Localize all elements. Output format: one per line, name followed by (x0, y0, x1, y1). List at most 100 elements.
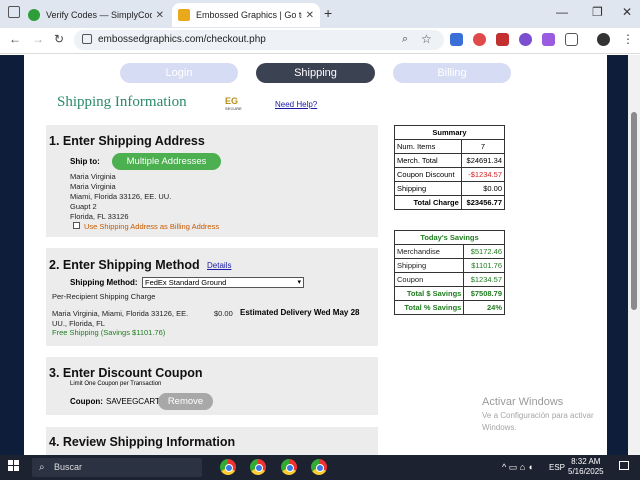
address-line: Florida, FL 33126 (70, 212, 129, 221)
section-heading: 2. Enter Shipping Method (49, 258, 200, 272)
tab-title: Verify Codes — SimplyCodes (46, 10, 152, 20)
bookmark-star-icon[interactable]: ☆ (421, 32, 432, 46)
savings-value: $5172.46 (463, 244, 505, 259)
address-line: Maria Virginia (70, 182, 116, 191)
summary-value: -$1234.57 (460, 167, 506, 182)
site-info-icon[interactable] (82, 34, 92, 44)
coupon-label: Coupon: (70, 397, 103, 406)
logo-subtext: SECURE (225, 106, 242, 111)
summary-title: Summary (394, 125, 505, 140)
extension-icon[interactable] (473, 33, 486, 46)
ship-to-label: Ship to: (70, 157, 100, 166)
chrome-taskbar-icon[interactable] (250, 459, 266, 475)
extension-badge-icon[interactable] (496, 33, 509, 46)
address-line: Miami, Florida 33126, EE. UU. (70, 192, 172, 201)
reload-icon[interactable]: ↻ (54, 32, 64, 46)
section-heading: 3. Enter Discount Coupon (49, 366, 203, 380)
url-text: embossedgraphics.com/checkout.php (98, 34, 266, 45)
total-savings-value: $7508.79 (463, 286, 505, 301)
search-placeholder: Buscar (54, 462, 83, 472)
chevron-down-icon: ▾ (297, 279, 301, 286)
shipping-price: $0.00 (214, 309, 233, 318)
savings-title: Today's Savings (394, 230, 505, 245)
free-shipping-note: Free Shipping (Savings $1101.76) (52, 328, 166, 337)
chrome-taskbar-icon[interactable] (220, 459, 236, 475)
scrollbar-thumb[interactable] (631, 112, 637, 310)
step-login[interactable]: Login (120, 63, 238, 83)
close-tab-icon[interactable]: ✕ (306, 10, 314, 21)
pct-savings-label: Total % Savings (393, 300, 465, 315)
minimize-icon[interactable]: — (556, 5, 568, 19)
forward-icon[interactable]: → (32, 32, 44, 46)
billing-same-checkbox[interactable] (73, 222, 80, 229)
menu-kebab-icon[interactable]: ⋮ (622, 32, 634, 46)
table-row: Shipping $1101.76 (393, 258, 505, 273)
eg-secure-logo: EG SECURE (225, 96, 242, 111)
summary-value: $0.00 (460, 181, 506, 196)
shipping-method-value: FedEx Standard Ground (145, 278, 227, 287)
new-tab-button[interactable]: + (324, 5, 332, 21)
need-help-link[interactable]: Need Help? (275, 100, 317, 109)
tab-title: Embossed Graphics | Go to Che (196, 10, 302, 20)
table-row: Coupon $1234.57 (393, 272, 505, 287)
language-indicator[interactable]: ESP (549, 463, 565, 472)
section-heading: 4. Review Shipping Information (49, 435, 236, 449)
close-tab-icon[interactable]: ✕ (156, 10, 164, 21)
translate-extension-icon[interactable] (450, 33, 463, 46)
close-window-icon[interactable]: ✕ (622, 5, 632, 19)
restore-icon[interactable]: ❐ (592, 5, 603, 19)
step-shipping[interactable]: Shipping (256, 63, 375, 83)
address-line: Maria Virginia (70, 172, 116, 181)
windows-start-icon[interactable] (8, 460, 20, 472)
table-row: Total % Savings 24% (393, 300, 505, 315)
shipping-method-label: Shipping Method: (70, 278, 138, 287)
taskbar-search[interactable]: ⌕ Buscar (32, 458, 202, 477)
table-row: Coupon Discount -$1234.57 (394, 167, 506, 182)
recipient-address: UU., Florida, FL (52, 319, 105, 328)
summary-label: Merch. Total (394, 153, 462, 168)
shipping-method-select[interactable]: FedEx Standard Ground ▾ (142, 277, 304, 288)
remove-coupon-button[interactable]: Remove (158, 393, 213, 410)
tray-icons[interactable]: ^ ▭ ⌂ ◖ (502, 462, 533, 473)
chrome-taskbar-icon[interactable] (311, 459, 327, 475)
clock-time: 8:32 AM (571, 457, 601, 466)
extensions-puzzle-icon[interactable] (565, 33, 578, 46)
back-icon[interactable]: ← (9, 32, 21, 46)
summary-value: $24691.34 (460, 153, 506, 168)
chrome-taskbar-icon[interactable] (281, 459, 297, 475)
details-link[interactable]: Details (207, 261, 231, 270)
billing-same-label[interactable]: Use Shipping Address as Billing Address (84, 222, 219, 231)
summary-label: Shipping (394, 181, 462, 196)
tab-search-icon[interactable] (8, 6, 20, 18)
summary-label: Coupon Discount (394, 167, 462, 182)
table-row: Merchandise $5172.46 (393, 244, 505, 259)
table-row: Total $ Savings $7508.79 (393, 286, 505, 301)
savings-value: $1234.57 (463, 272, 505, 287)
extension-icon[interactable] (519, 33, 532, 46)
profile-avatar[interactable] (597, 33, 610, 46)
summary-value: 7 (460, 139, 506, 154)
address-bar[interactable]: embossedgraphics.com/checkout.php (74, 30, 444, 50)
zoom-icon[interactable]: ⌕ (402, 33, 408, 46)
order-summary-table: Summary Num. Items 7 Merch. Total $24691.3… (394, 125, 506, 210)
clock-date: 5/16/2025 (568, 467, 604, 476)
pct-savings-value: 24% (463, 300, 505, 315)
extension-icon[interactable] (542, 33, 555, 46)
simplycodes-favicon-icon (28, 9, 40, 21)
activation-watermark-text: Ve a Configuración para activar Windows. (482, 411, 594, 432)
total-savings-label: Total $ Savings (393, 286, 465, 301)
section-heading: 1. Enter Shipping Address (49, 134, 205, 148)
tab-verify-codes[interactable]: Verify Codes — SimplyCodes ✕ (22, 3, 170, 27)
total-charge-label: Total Charge (394, 195, 462, 210)
step-billing[interactable]: Billing (393, 63, 511, 83)
tab-embossed-graphics[interactable]: Embossed Graphics | Go to Che ✕ (172, 3, 320, 27)
coupon-limit-note: Limit One Coupon per Transaction (70, 381, 162, 387)
address-line: Guapt 2 (70, 202, 97, 211)
taskbar-clock[interactable]: 8:32 AM 5/16/2025 (568, 457, 604, 477)
total-charge-value: $23456.77 (460, 195, 506, 210)
activation-watermark-title: Activar Windows (482, 396, 564, 408)
savings-table: Today's Savings Merchandise $5172.46 Ship… (393, 230, 505, 315)
per-recipient-note: Per-Recipient Shipping Charge (52, 292, 156, 301)
multiple-addresses-button[interactable]: Multiple Addresses (112, 153, 221, 170)
notifications-icon[interactable] (619, 461, 629, 470)
